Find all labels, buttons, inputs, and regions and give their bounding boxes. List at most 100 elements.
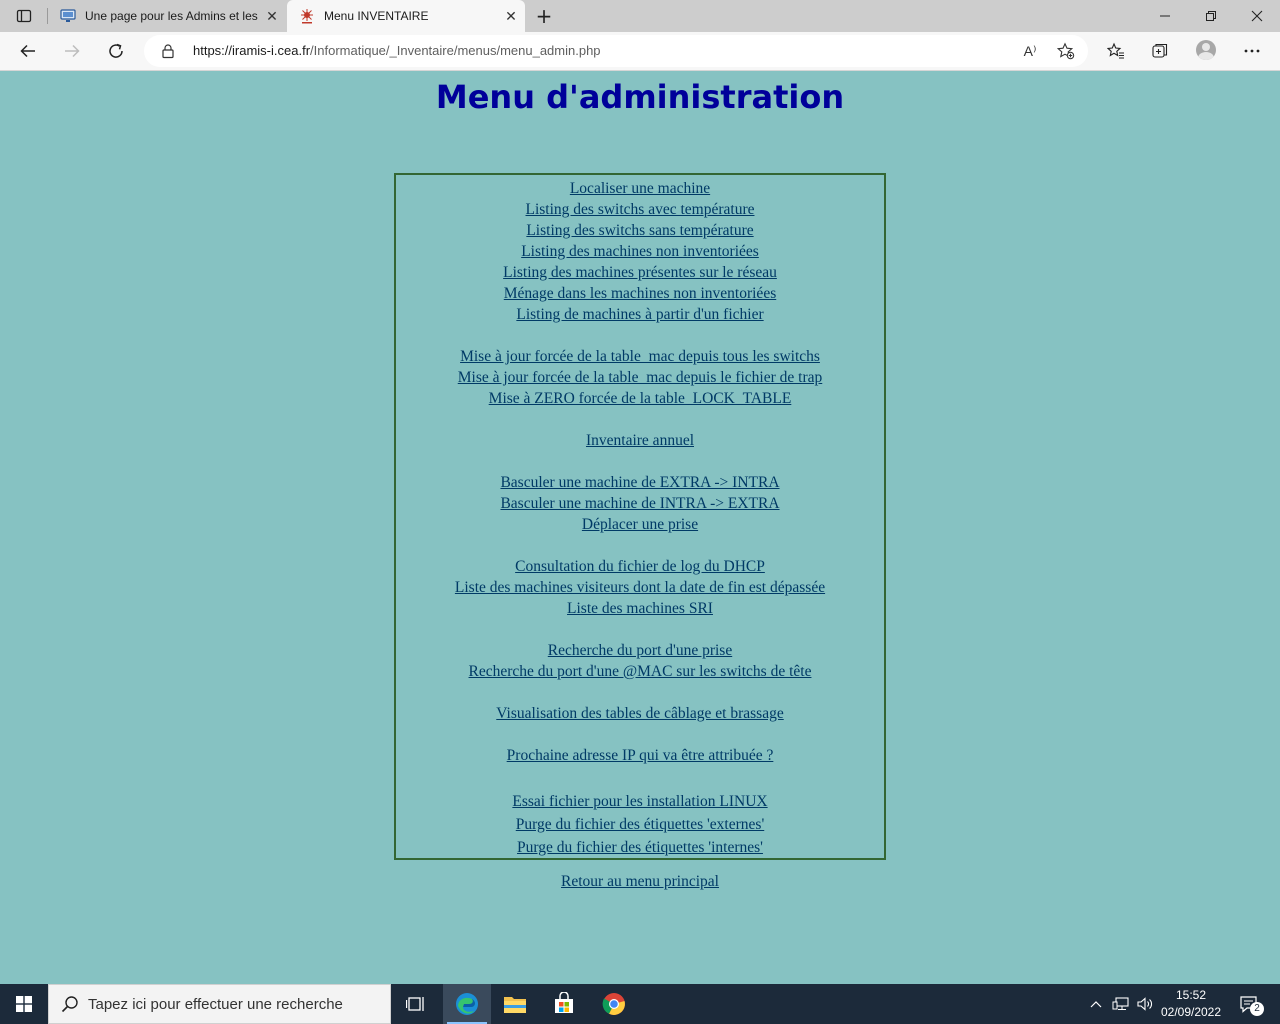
collections-button[interactable]	[1144, 35, 1176, 67]
taskbar-store[interactable]	[540, 984, 588, 1024]
menu-link-deplacer-prise[interactable]: Déplacer une prise	[396, 514, 884, 535]
back-link-container: Retour au menu principal	[0, 873, 1280, 891]
browser-toolbar: https://iramis-i.cea.fr/Informatique/_In…	[0, 32, 1280, 71]
tab-strip: Une page pour les Admins et les ✕ Menu I…	[0, 0, 1280, 32]
menu-link-menage-machines[interactable]: Ménage dans les machines non inventoriée…	[396, 283, 884, 304]
menu-link-inventaire-annuel[interactable]: Inventaire annuel	[396, 430, 884, 451]
edge-icon	[456, 993, 478, 1015]
arrow-left-icon	[20, 44, 35, 58]
favorites-button[interactable]	[1100, 35, 1132, 67]
profile-avatar[interactable]	[1196, 40, 1216, 60]
menu-link-essai-linux[interactable]: Essai fichier pour les installation LINU…	[396, 790, 884, 813]
refresh-icon	[109, 43, 123, 58]
menu-link-purge-externes[interactable]: Purge du fichier des étiquettes 'externe…	[396, 813, 884, 836]
network-button[interactable]	[1110, 984, 1132, 1024]
tab-title: Une page pour les Admins et les	[85, 9, 258, 23]
menu-link-extra-to-intra[interactable]: Basculer une machine de EXTRA -> INTRA	[396, 472, 884, 493]
minimize-button[interactable]	[1142, 0, 1188, 32]
search-icon	[61, 996, 78, 1013]
menu-link-zero-lock-table[interactable]: Mise à ZERO forcée de la table_LOCK_TABL…	[396, 388, 884, 409]
tab-actions-button[interactable]	[0, 0, 48, 32]
back-to-main-menu-link[interactable]: Retour au menu principal	[561, 873, 719, 890]
menu-spacer	[396, 325, 884, 346]
menu-link-maj-table-mac-switchs[interactable]: Mise à jour forcée de la table_mac depui…	[396, 346, 884, 367]
back-button[interactable]	[12, 35, 44, 67]
show-hidden-icons-button[interactable]	[1086, 984, 1106, 1024]
taskbar-edge[interactable]	[443, 984, 491, 1024]
menu-link-switchs-avec-temperature[interactable]: Listing des switchs avec température	[396, 199, 884, 220]
menu-link-purge-internes[interactable]: Purge du fichier des étiquettes 'interne…	[396, 836, 884, 859]
read-aloud-button[interactable]: A⁾	[1014, 35, 1046, 67]
add-favorite-button[interactable]	[1050, 35, 1082, 67]
menu-link-prochaine-ip[interactable]: Prochaine adresse IP qui va être attribu…	[396, 745, 884, 766]
monitor-icon	[60, 8, 76, 24]
menu-spacer	[396, 724, 884, 745]
admin-menu-box: Localiser une machine Listing des switch…	[394, 173, 886, 860]
settings-more-button[interactable]	[1236, 35, 1268, 67]
menu-spacer	[396, 682, 884, 703]
menu-spacer	[396, 451, 884, 472]
menu-link-port-mac[interactable]: Recherche du port d'une @MAC sur les swi…	[396, 661, 884, 682]
close-window-button[interactable]	[1234, 0, 1280, 32]
arrow-right-icon	[65, 44, 80, 58]
menu-link-localiser-machine[interactable]: Localiser une machine	[396, 178, 884, 199]
task-view-icon	[406, 997, 424, 1011]
close-icon	[1251, 10, 1263, 22]
restore-icon	[1206, 11, 1216, 21]
store-icon	[555, 992, 573, 1013]
url-path: /Informatique/_Inventaire/menus/menu_adm…	[310, 43, 601, 58]
menu-link-maj-table-mac-trap[interactable]: Mise à jour forcée de la table_mac depui…	[396, 367, 884, 388]
iramis-logo-icon	[299, 8, 315, 24]
star-add-icon	[1057, 42, 1075, 60]
network-icon	[1112, 997, 1129, 1010]
taskbar-file-explorer[interactable]	[491, 984, 539, 1024]
menu-link-machines-non-inventoriees[interactable]: Listing des machines non inventoriées	[396, 241, 884, 262]
menu-link-intra-to-extra[interactable]: Basculer une machine de INTRA -> EXTRA	[396, 493, 884, 514]
tab-close-icon[interactable]: ✕	[258, 2, 286, 30]
menu-link-listing-fichier[interactable]: Listing de machines à partir d'un fichie…	[396, 304, 884, 325]
menu-spacer	[396, 766, 884, 790]
menu-spacer	[396, 535, 884, 556]
start-button[interactable]	[0, 984, 48, 1024]
menu-link-log-dhcp[interactable]: Consultation du fichier de log du DHCP	[396, 556, 884, 577]
tab-title: Menu INVENTAIRE	[324, 9, 429, 23]
collections-icon	[1152, 43, 1168, 58]
file-explorer-icon	[504, 997, 526, 1013]
url-text[interactable]: https://iramis-i.cea.fr/Informatique/_In…	[193, 43, 601, 58]
chevron-up-icon	[1090, 1001, 1102, 1008]
taskbar-clock[interactable]: 15:52 02/09/2022	[1157, 987, 1225, 1021]
menu-spacer	[396, 409, 884, 430]
taskbar-search[interactable]: Tapez ici pour effectuer une recherche	[48, 984, 391, 1024]
taskbar-chrome[interactable]	[590, 984, 638, 1024]
volume-button[interactable]	[1134, 984, 1156, 1024]
menu-link-tables-cablage[interactable]: Visualisation des tables de câblage et b…	[396, 703, 884, 724]
search-placeholder: Tapez ici pour effectuer une recherche	[88, 996, 343, 1013]
menu-link-port-prise[interactable]: Recherche du port d'une prise	[396, 640, 884, 661]
tab-menu-inventaire[interactable]: Menu INVENTAIRE ✕	[287, 0, 525, 32]
menu-link-visiteurs-expires[interactable]: Liste des machines visiteurs dont la dat…	[396, 577, 884, 598]
read-aloud-icon: A⁾	[1023, 42, 1037, 59]
page-title: Menu d'administration	[435, 78, 845, 116]
speaker-icon	[1137, 997, 1152, 1011]
notification-count-badge: 2	[1250, 1002, 1264, 1016]
restore-button[interactable]	[1188, 0, 1234, 32]
new-tab-button[interactable]: +	[530, 2, 558, 30]
admin-menu-links: Localiser une machine Listing des switch…	[396, 178, 884, 859]
forward-button[interactable]	[56, 35, 88, 67]
tab-close-icon[interactable]: ✕	[497, 2, 525, 30]
menu-link-machines-sri[interactable]: Liste des machines SRI	[396, 598, 884, 619]
menu-spacer	[396, 619, 884, 640]
clock-date: 02/09/2022	[1160, 1005, 1222, 1019]
menu-link-machines-presentes-reseau[interactable]: Listing des machines présentes sur le ré…	[396, 262, 884, 283]
tab-actions-icon	[16, 9, 32, 23]
favorites-icon	[1107, 42, 1124, 59]
menu-link-switchs-sans-temperature[interactable]: Listing des switchs sans température	[396, 220, 884, 241]
address-bar[interactable]: https://iramis-i.cea.fr/Informatique/_In…	[144, 35, 1088, 67]
tab-admins-page[interactable]: Une page pour les Admins et les ✕	[48, 0, 286, 32]
taskbar: Tapez ici pour effectuer une recherche 1…	[0, 984, 1280, 1024]
more-horizontal-icon	[1244, 49, 1260, 53]
lock-icon[interactable]	[160, 43, 176, 59]
task-view-button[interactable]	[392, 984, 440, 1024]
refresh-button[interactable]	[100, 35, 132, 67]
clock-time: 15:52	[1175, 988, 1207, 1002]
